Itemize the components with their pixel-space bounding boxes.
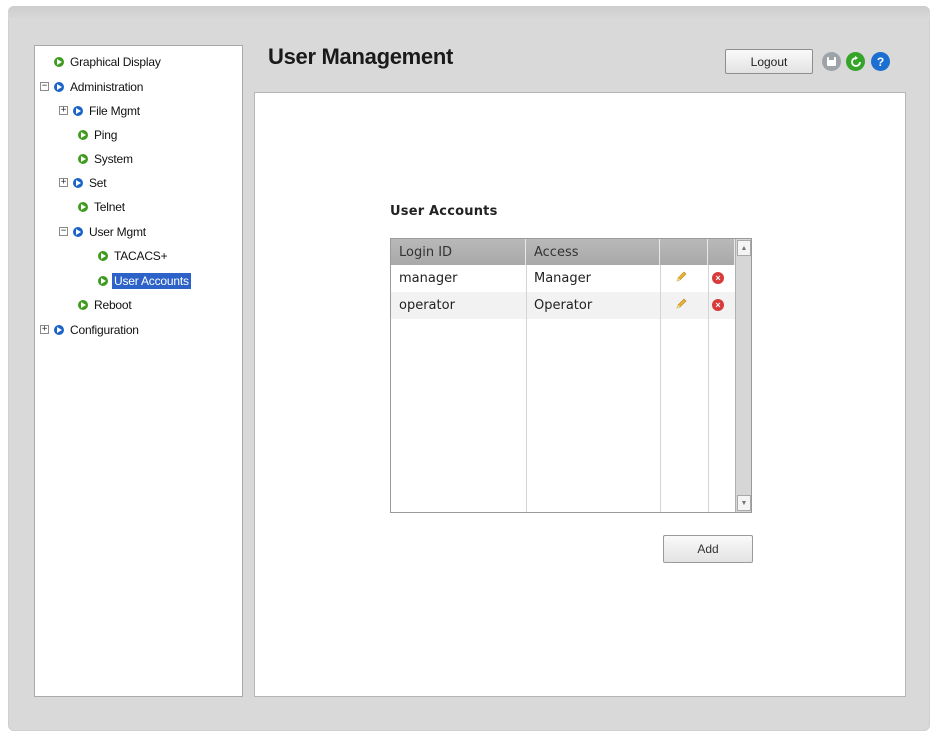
access-cell: Manager [534,271,591,286]
tree-item-file-mgmt[interactable]: + File Mgmt [59,101,142,120]
expand-icon[interactable]: + [59,106,68,115]
node-arrow-icon [78,129,88,140]
add-user-button[interactable]: Add [663,535,753,563]
section-title: User Accounts [390,204,498,219]
collapse-icon[interactable]: − [59,227,68,236]
refresh-icon-glyph [850,55,861,67]
delete-icon[interactable]: × [712,299,724,311]
access-cell: Operator [534,298,593,313]
column-divider [526,265,527,512]
tree-item-label: User Accounts [112,272,191,289]
node-arrow-icon [78,153,88,164]
column-header-edit [660,239,708,265]
node-arrow-icon [54,324,64,335]
column-header-login-id[interactable]: Login ID [391,239,526,265]
column-header-delete [708,239,735,265]
column-divider [708,265,709,512]
node-arrow-icon [98,250,108,261]
tree-item-system[interactable]: System [78,149,135,168]
node-arrow-icon [98,275,108,286]
tree-item-label: Administration [70,79,144,94]
tree-item-tacacs[interactable]: TACACS+ [98,246,169,265]
tree-item-label: Graphical Display [70,54,161,69]
tree-item-graphical-display[interactable]: Graphical Display [54,52,163,71]
tree-item-label: User Mgmt [89,224,146,239]
logout-button[interactable]: Logout [725,49,813,74]
edit-pencil-icon[interactable] [675,271,689,285]
tree-item-label: Ping [94,127,118,142]
expand-icon[interactable]: + [40,325,49,334]
tree-item-label: Telnet [94,199,125,214]
tree-item-user-accounts[interactable]: User Accounts [98,271,191,290]
scroll-down-icon[interactable]: ▼ [737,495,751,511]
edit-pencil-glyph [676,271,687,282]
scroll-up-icon[interactable]: ▲ [737,240,751,256]
refresh-icon[interactable] [846,52,865,71]
column-header-access[interactable]: Access [526,239,660,265]
collapse-icon[interactable]: − [40,82,49,91]
table-header: Login ID Access [391,239,735,265]
page-title: User Management [268,44,454,69]
tree-item-reboot[interactable]: Reboot [78,295,134,314]
table-row[interactable]: manager Manager × [391,265,735,292]
help-icon[interactable]: ? [871,52,890,71]
tree-item-ping[interactable]: Ping [78,125,119,144]
expand-icon[interactable]: + [59,178,68,187]
navigation-tree: Graphical Display − Administration + Fil… [34,45,243,697]
tree-item-telnet[interactable]: Telnet [78,197,127,216]
node-arrow-icon [78,299,88,310]
save-icon-glyph [827,57,836,66]
node-arrow-icon [73,177,83,188]
tree-item-label: Set [89,175,107,190]
edit-pencil-icon[interactable] [675,298,689,312]
tree-item-label: TACACS+ [114,248,168,263]
table-scrollbar[interactable]: ▲ ▼ [735,239,751,512]
user-accounts-table: Login ID Access manager Manager × operat… [390,238,752,513]
tree-item-label: File Mgmt [89,103,140,118]
node-arrow-icon [73,226,83,237]
node-arrow-icon [78,201,88,212]
delete-icon[interactable]: × [712,272,724,284]
tree-item-label: Reboot [94,297,132,312]
column-divider [660,265,661,512]
node-arrow-icon [54,81,64,92]
edit-pencil-glyph [676,298,687,309]
node-arrow-icon [73,105,83,116]
tree-item-configuration[interactable]: + Configuration [40,320,141,339]
login-id-cell: manager [399,271,458,286]
login-id-cell: operator [399,298,455,313]
tree-item-user-mgmt[interactable]: − User Mgmt [59,222,148,241]
frame-top-shade [8,6,930,20]
tree-item-label: Configuration [70,322,139,337]
save-icon[interactable] [822,52,841,71]
tree-item-label: System [94,151,133,166]
tree-item-administration[interactable]: − Administration [40,77,145,96]
node-arrow-icon [54,56,64,67]
table-row[interactable]: operator Operator × [391,292,735,319]
tree-item-set[interactable]: + Set [59,173,108,192]
